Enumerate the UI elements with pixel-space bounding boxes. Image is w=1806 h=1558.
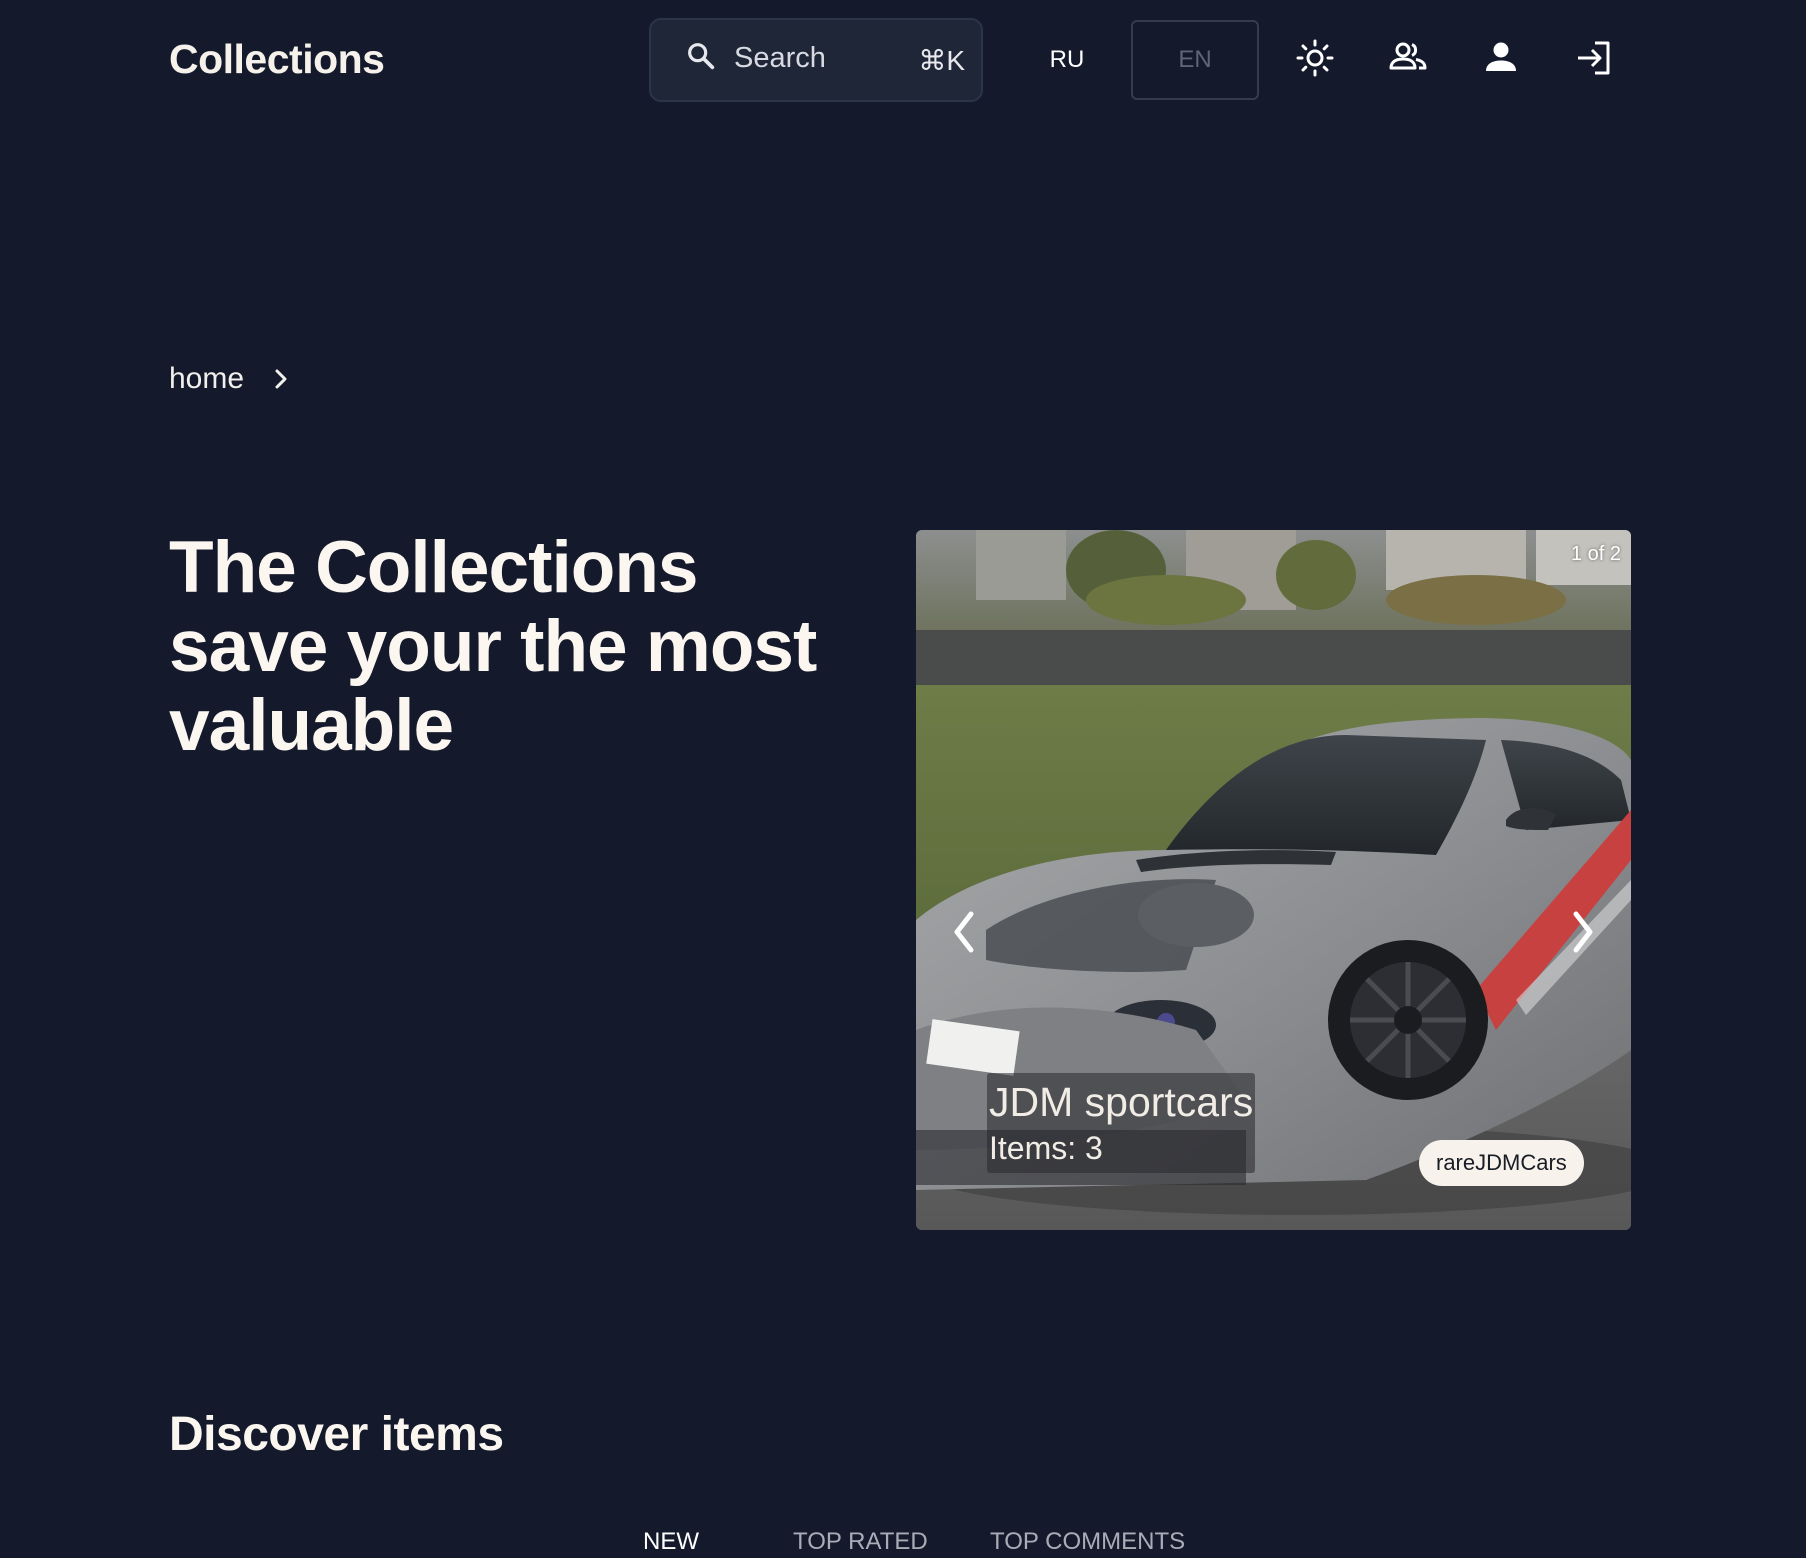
language-ru-button[interactable]: RU xyxy=(1024,20,1110,100)
collection-caption[interactable]: JDM sportcars Items: 3 xyxy=(987,1073,1256,1173)
carousel-next-button[interactable] xyxy=(1559,904,1607,960)
collections-carousel: 1 of 2 JDM sportcars Items: 3 rareJDMCar… xyxy=(916,530,1631,1230)
language-en-button[interactable]: EN xyxy=(1131,20,1259,100)
users-button[interactable] xyxy=(1376,26,1440,90)
theme-toggle-button[interactable] xyxy=(1283,26,1347,90)
collection-items-count: Items: 3 xyxy=(989,1130,1103,1166)
login-icon xyxy=(1578,41,1610,75)
sun-icon xyxy=(1296,39,1334,77)
login-button[interactable] xyxy=(1562,26,1626,90)
tab-top-comments[interactable]: TOP COMMENTS xyxy=(990,1528,1185,1556)
slide-counter: 1 of 2 xyxy=(1570,543,1621,565)
discover-title: Discover items xyxy=(169,1408,504,1461)
chevron-right-icon xyxy=(272,366,290,392)
search-shortcut: ⌘K xyxy=(918,45,965,76)
profile-button[interactable] xyxy=(1469,26,1533,90)
collection-tag-chip[interactable]: rareJDMCars xyxy=(1419,1140,1584,1186)
search-button[interactable]: Search ⌘K xyxy=(649,18,983,102)
carousel-prev-button[interactable] xyxy=(940,904,988,960)
app-logo[interactable]: Collections xyxy=(169,36,385,83)
tab-new[interactable]: NEW xyxy=(643,1528,699,1556)
chevron-right-icon xyxy=(1573,911,1593,953)
collection-title: JDM sportcars xyxy=(989,1079,1254,1125)
chevron-left-icon xyxy=(954,911,974,953)
search-icon xyxy=(688,43,715,70)
tab-top-rated[interactable]: TOP RATED xyxy=(793,1528,928,1556)
breadcrumb-home[interactable]: home xyxy=(169,362,244,396)
breadcrumb: home xyxy=(169,362,290,396)
top-navbar: Collections Search ⌘K RU EN xyxy=(0,0,1806,120)
discover-tabs: NEW TOP RATED TOP COMMENTS xyxy=(0,1528,1806,1558)
search-label: Search xyxy=(734,42,826,74)
hero-title: The Collections save your the most valua… xyxy=(169,527,817,766)
profile-icon xyxy=(1486,42,1516,71)
users-icon xyxy=(1389,42,1427,70)
